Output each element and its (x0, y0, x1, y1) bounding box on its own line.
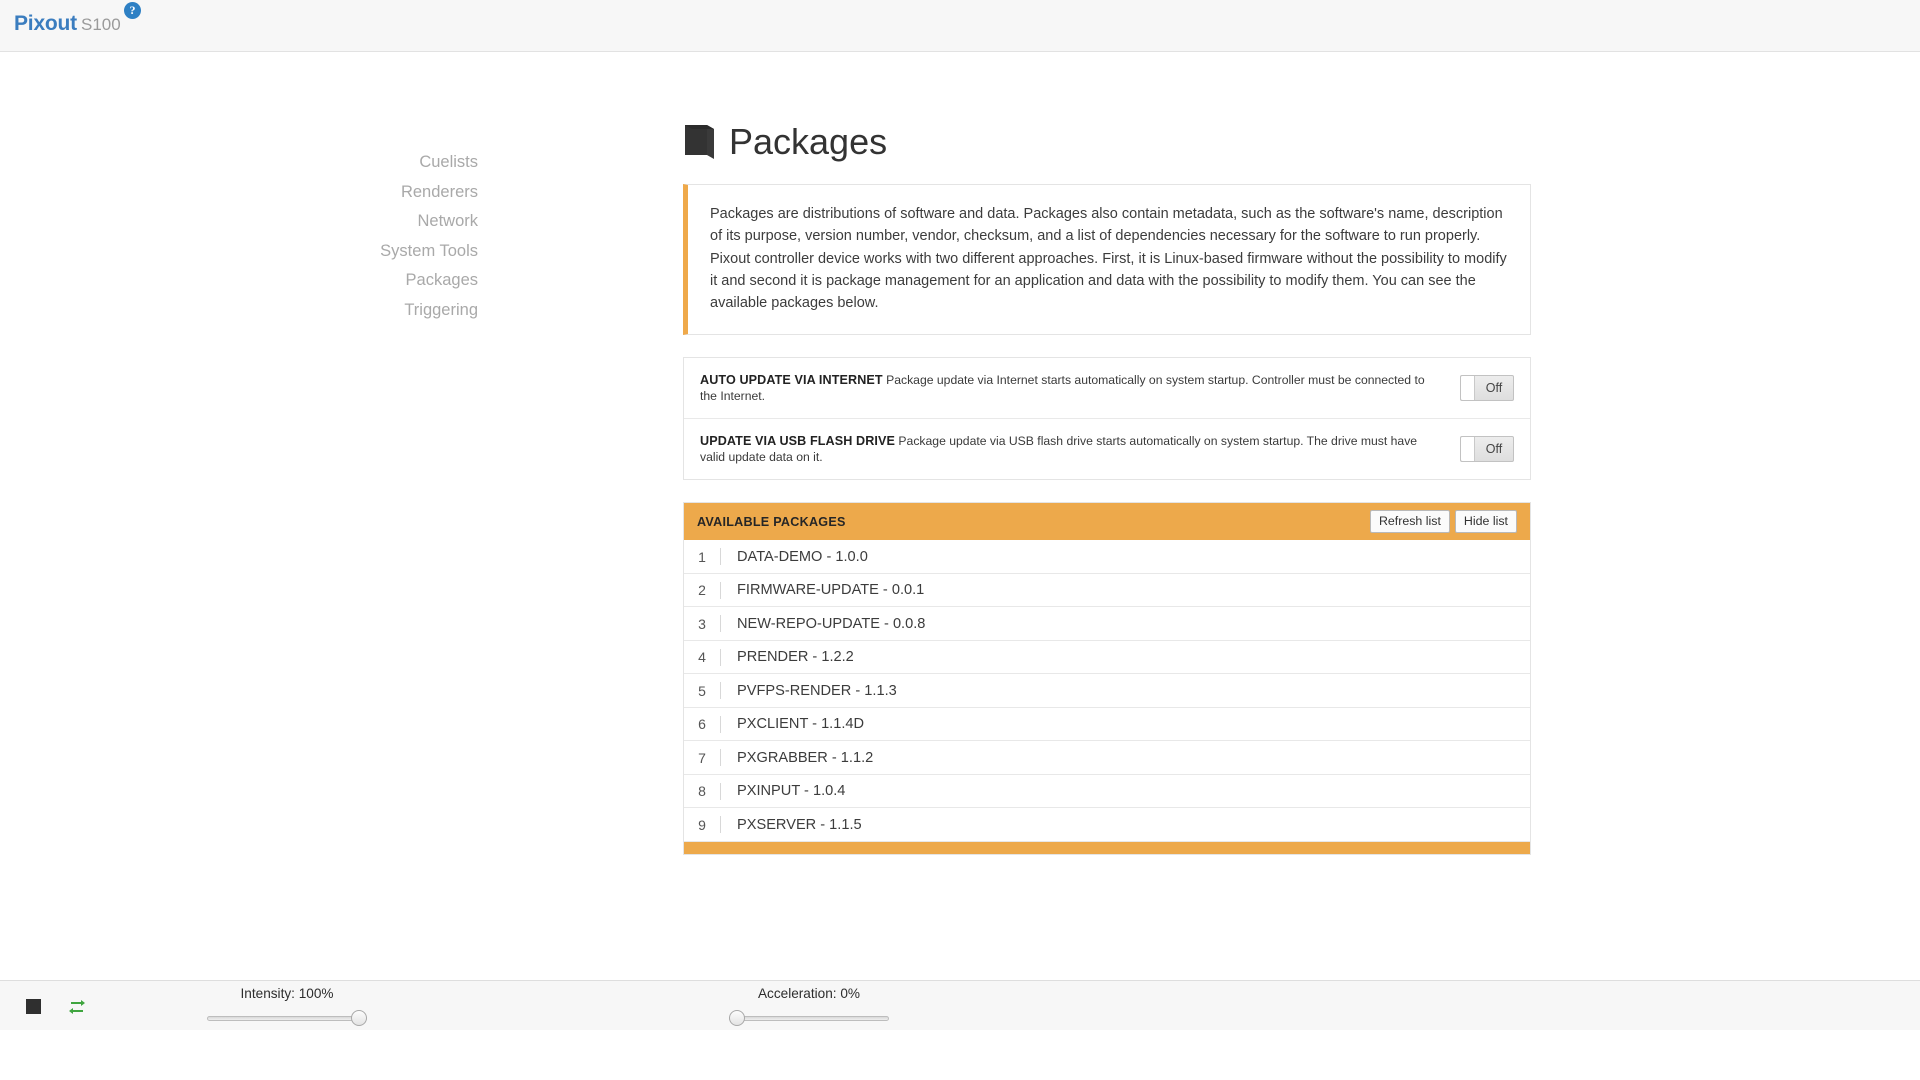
brand-name: Pixout (14, 12, 77, 35)
available-packages-footer (684, 841, 1530, 854)
brand-model: S100 (80, 15, 121, 34)
sidebar-item-packages[interactable]: Packages (300, 266, 478, 296)
package-row[interactable]: 5 PVFPS-RENDER - 1.1.3 (684, 674, 1530, 708)
package-name: PRENDER - 1.2.2 (737, 649, 854, 666)
toggle-knob-icon (1461, 437, 1475, 462)
toggle-update-via-usb-flash-drive[interactable]: Off (1460, 436, 1514, 463)
acceleration-slider-group: Acceleration: 0% (699, 985, 919, 1027)
package-book-icon (685, 125, 714, 159)
package-name: NEW-REPO-UPDATE - 0.0.8 (737, 615, 926, 632)
package-row[interactable]: 3 NEW-REPO-UPDATE - 0.0.8 (684, 607, 1530, 641)
available-packages-heading: AVAILABLE PACKAGES (697, 514, 846, 529)
setting-row-auto-update-via-internet: AUTO UPDATE VIA INTERNET Package update … (684, 358, 1530, 418)
setting-title: UPDATE VIA USB FLASH DRIVE (700, 434, 896, 449)
acceleration-slider-thumb[interactable] (729, 1010, 745, 1026)
intensity-slider-track (207, 1016, 367, 1021)
package-row[interactable]: 4 PRENDER - 1.2.2 (684, 641, 1530, 675)
package-name: PXSERVER - 1.1.5 (737, 816, 862, 833)
status-bar: Intensity: 100% Acceleration: 0% (0, 980, 1920, 1030)
intensity-slider[interactable] (207, 1009, 367, 1027)
toggle-knob-icon (1461, 376, 1475, 401)
sidebar-item-cuelists[interactable]: Cuelists (300, 148, 478, 178)
package-row[interactable]: 6 PXCLIENT - 1.1.4D (684, 708, 1530, 742)
available-packages-header: AVAILABLE PACKAGES Refresh list Hide lis… (684, 503, 1530, 541)
package-row[interactable]: 7 PXGRABBER - 1.1.2 (684, 741, 1530, 775)
package-name: DATA-DEMO - 1.0.0 (737, 548, 868, 565)
hide-list-button[interactable]: Hide list (1454, 510, 1517, 534)
package-index: 4 (698, 649, 706, 666)
help-circle-icon[interactable]: ? (124, 2, 141, 19)
package-index: 2 (698, 582, 706, 599)
package-row[interactable]: 9 PXSERVER - 1.1.5 (684, 808, 1530, 842)
sidebar-item-renderers[interactable]: Renderers (300, 178, 478, 208)
blackout-square-icon[interactable] (26, 999, 41, 1014)
package-index: 6 (698, 716, 706, 733)
package-name: PVFPS-RENDER - 1.1.3 (737, 682, 897, 699)
list-actions: Refresh list Hide list (1369, 510, 1517, 534)
settings-panel: AUTO UPDATE VIA INTERNET Package update … (683, 357, 1531, 481)
sidebar-item-triggering[interactable]: Triggering (300, 296, 478, 326)
package-index: 5 (698, 682, 706, 699)
sidebar-item-system-tools[interactable]: System Tools (300, 237, 478, 267)
top-bar: Pixout S100 ? (0, 0, 1920, 52)
package-index: 9 (698, 816, 706, 833)
page-header: Packages (683, 124, 1531, 160)
page-title: Packages (729, 121, 888, 162)
description-text: Packages are distributions of software a… (710, 206, 1507, 312)
package-row[interactable]: 1 DATA-DEMO - 1.0.0 (684, 540, 1530, 574)
brand[interactable]: Pixout S100 (14, 12, 121, 36)
toggle-state-label: Off (1485, 442, 1503, 457)
package-index: 7 (698, 749, 706, 766)
setting-text: AUTO UPDATE VIA INTERNET Package update … (700, 372, 1460, 404)
toggle-auto-update-via-internet[interactable]: Off (1460, 375, 1514, 402)
main-content: Packages Packages are distributions of s… (683, 124, 1531, 855)
package-name: FIRMWARE-UPDATE - 0.0.1 (737, 582, 925, 599)
toggle-state-label: Off (1485, 381, 1503, 396)
refresh-list-button[interactable]: Refresh list (1369, 510, 1450, 534)
setting-title: AUTO UPDATE VIA INTERNET (700, 373, 883, 388)
sidebar-item-network[interactable]: Network (300, 207, 478, 237)
description-callout: Packages are distributions of software a… (683, 184, 1531, 336)
package-name: PXINPUT - 1.0.4 (737, 783, 846, 800)
package-row[interactable]: 8 PXINPUT - 1.0.4 (684, 775, 1530, 809)
intensity-label: Intensity: 100% (240, 986, 334, 1001)
intensity-slider-thumb[interactable] (351, 1010, 367, 1026)
page-body: Cuelists Renderers Network System Tools … (0, 52, 1920, 1030)
package-name: PXGRABBER - 1.1.2 (737, 749, 874, 766)
sidebar-nav: Cuelists Renderers Network System Tools … (300, 148, 478, 325)
package-index: 3 (698, 615, 706, 632)
package-row[interactable]: 2 FIRMWARE-UPDATE - 0.0.1 (684, 574, 1530, 608)
setting-text: UPDATE VIA USB FLASH DRIVE Package updat… (700, 433, 1460, 465)
transfer-arrows-icon[interactable] (68, 998, 86, 1015)
setting-row-update-via-usb-flash-drive: UPDATE VIA USB FLASH DRIVE Package updat… (684, 418, 1530, 479)
available-packages-panel: AVAILABLE PACKAGES Refresh list Hide lis… (683, 502, 1531, 855)
package-index: 1 (698, 548, 706, 565)
package-name: PXCLIENT - 1.1.4D (737, 716, 865, 733)
acceleration-label: Acceleration: 0% (757, 986, 860, 1001)
acceleration-slider[interactable] (729, 1009, 889, 1027)
intensity-slider-group: Intensity: 100% (177, 985, 397, 1027)
acceleration-slider-track (729, 1016, 889, 1021)
package-index: 8 (698, 783, 706, 800)
